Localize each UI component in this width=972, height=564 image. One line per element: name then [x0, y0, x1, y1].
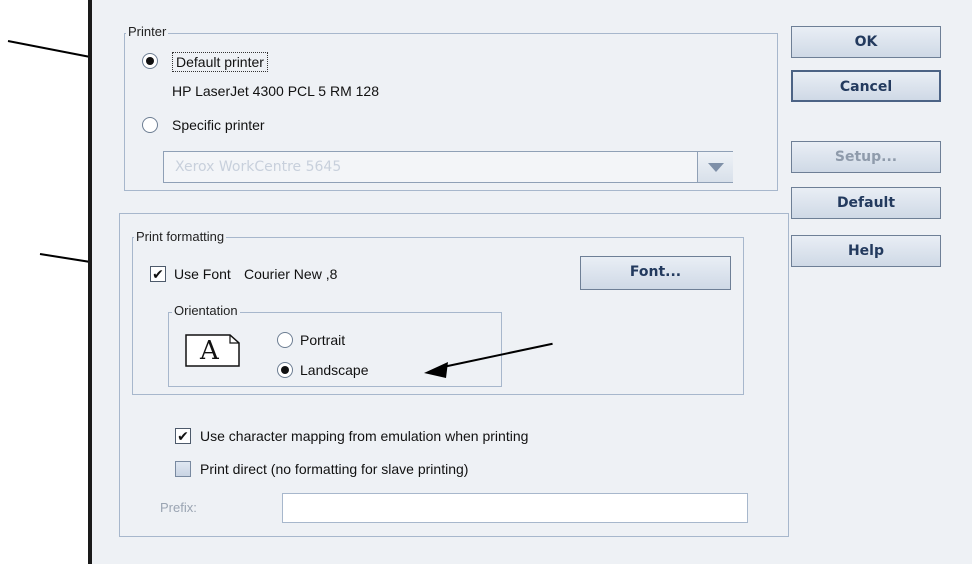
- character-mapping-checkbox[interactable]: ✔: [175, 428, 191, 444]
- orientation-icon-letter: A: [200, 336, 219, 366]
- help-button[interactable]: Help: [791, 235, 941, 267]
- specific-printer-label[interactable]: Specific printer: [172, 116, 265, 134]
- font-button[interactable]: Font...: [580, 256, 731, 290]
- portrait-label[interactable]: Portrait: [300, 331, 345, 349]
- portrait-radio[interactable]: [277, 332, 293, 348]
- radio-selected-dot: [281, 366, 289, 374]
- print-direct-checkbox[interactable]: [175, 461, 191, 477]
- landscape-label[interactable]: Landscape: [300, 361, 369, 379]
- print-formatting-legend: Print formatting: [134, 229, 227, 245]
- print-setup-dialog: Printer Default printer HP LaserJet 4300…: [88, 0, 972, 564]
- printer-group-legend: Printer: [126, 24, 169, 40]
- chevron-down-icon: [708, 163, 724, 172]
- ok-button[interactable]: OK: [791, 26, 941, 58]
- default-printer-radio[interactable]: [142, 53, 158, 69]
- prefix-label: Prefix:: [160, 500, 197, 515]
- printer-select[interactable]: Xerox WorkCentre 5645: [163, 151, 733, 183]
- default-button[interactable]: Default: [791, 187, 941, 219]
- cancel-button[interactable]: Cancel: [791, 70, 941, 102]
- printer-select-value: Xerox WorkCentre 5645: [175, 159, 342, 175]
- use-font-checkbox[interactable]: ✔: [150, 266, 166, 282]
- font-value: Courier New ,8: [244, 266, 338, 282]
- default-printer-name: HP LaserJet 4300 PCL 5 RM 128: [172, 83, 380, 99]
- radio-selected-dot: [146, 57, 154, 65]
- page-orientation-icon: A: [185, 334, 240, 367]
- landscape-radio[interactable]: [277, 362, 293, 378]
- default-printer-label[interactable]: Default printer: [172, 52, 268, 72]
- orientation-legend: Orientation: [172, 303, 240, 319]
- setup-button[interactable]: Setup...: [791, 141, 941, 173]
- character-mapping-label[interactable]: Use character mapping from emulation whe…: [200, 427, 528, 445]
- printer-select-dropdown-button[interactable]: [697, 152, 733, 182]
- arrowhead-icon: [424, 362, 448, 378]
- specific-printer-radio[interactable]: [142, 117, 158, 133]
- use-font-label[interactable]: Use Font: [174, 265, 231, 283]
- print-direct-label[interactable]: Print direct (no formatting for slave pr…: [200, 460, 468, 478]
- prefix-input[interactable]: [282, 493, 748, 523]
